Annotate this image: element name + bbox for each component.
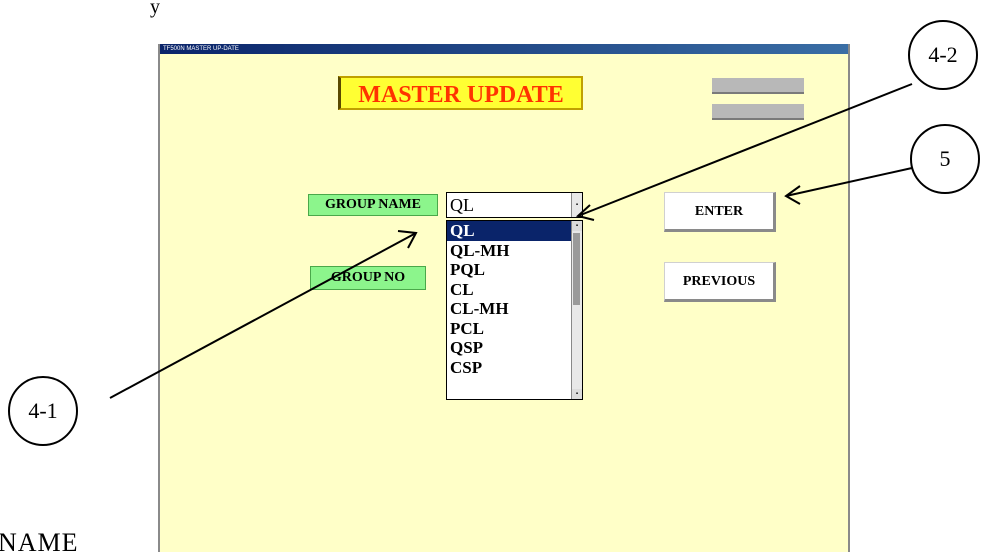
arrow-5 [785,167,913,197]
arrow-4-1-head [397,230,418,249]
callout-4-2: 4-2 [908,20,978,90]
arrow-4-2 [577,83,913,217]
callout-5: 5 [910,124,980,194]
callout-4-1: 4-1 [8,376,78,446]
arrow-4-1 [109,232,417,399]
callout-arrows [109,83,913,399]
text-fragment-bottom: NAME [0,528,79,557]
